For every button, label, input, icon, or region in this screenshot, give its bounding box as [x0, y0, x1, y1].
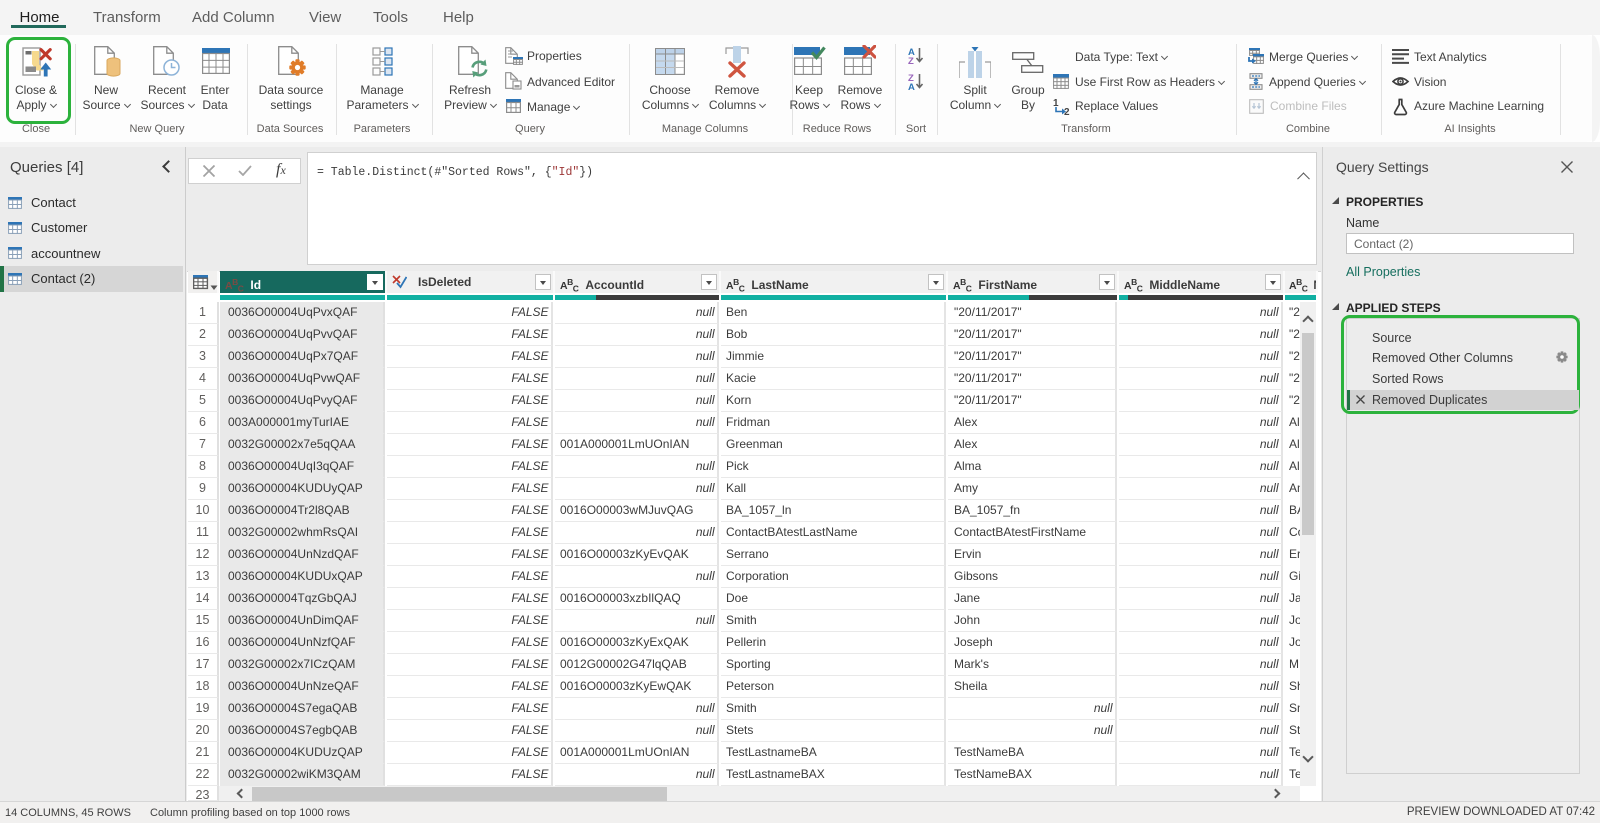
svg-text:2: 2: [1064, 107, 1070, 116]
svg-text:A: A: [908, 82, 915, 91]
svg-text:Z: Z: [908, 56, 914, 65]
